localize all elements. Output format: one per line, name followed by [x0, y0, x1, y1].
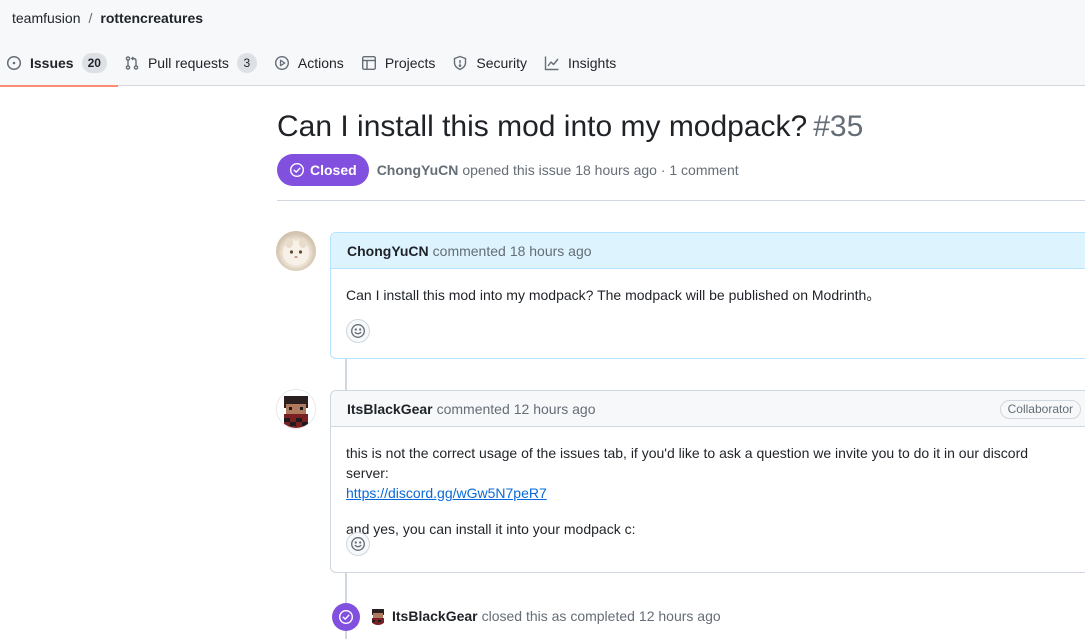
check-circle-icon: [338, 609, 354, 625]
comment-paragraph: this is not the correct usage of the iss…: [346, 443, 1074, 503]
issue-title-text: Can I install this mod into my modpack?: [277, 110, 808, 143]
repo-header: teamfusion / rottencreatures Issues 20 P…: [0, 0, 1085, 87]
avatar[interactable]: [369, 607, 387, 625]
tab-issues[interactable]: Issues 20: [0, 40, 118, 87]
table-icon: [361, 55, 377, 71]
issue-comment: ItsBlackGear commented 12 hours ago Coll…: [330, 390, 1085, 573]
repo-nav-tabs: Issues 20 Pull requests 3 Actions Projec…: [0, 40, 627, 87]
comment-body: Can I install this mod into my modpack? …: [331, 269, 1085, 305]
issue-state-label: Closed: [310, 162, 357, 178]
tab-security[interactable]: Security: [446, 40, 538, 86]
comment-action: commented: [432, 242, 506, 259]
graph-icon: [544, 55, 560, 71]
avatar[interactable]: [276, 231, 316, 271]
issue-opened-icon: [6, 55, 22, 71]
check-circle-icon: [289, 162, 305, 178]
event-timestamp-link[interactable]: 12 hours ago: [639, 608, 721, 624]
issue-title-container: Can I install this mod into my modpack? #…: [277, 110, 863, 144]
header-divider: [277, 200, 1085, 201]
tab-pull-requests[interactable]: Pull requests 3: [118, 40, 268, 86]
comment-text: this is not the correct usage of the iss…: [346, 445, 1029, 481]
issue-comment: ChongYuCN commented 18 hours ago Can I i…: [330, 232, 1085, 359]
comment-author-link[interactable]: ChongYuCN: [347, 243, 429, 259]
avatar[interactable]: [276, 389, 316, 429]
play-icon: [274, 55, 290, 71]
breadcrumb-owner-link[interactable]: teamfusion: [12, 10, 80, 26]
tab-insights-label: Insights: [567, 55, 617, 71]
shield-icon: [452, 55, 468, 71]
discord-invite-link[interactable]: https://discord.gg/wGw5N7peR7: [346, 485, 547, 501]
comment-body: this is not the correct usage of the iss…: [331, 427, 1085, 539]
comment-paragraph: and yes, you can install it into your mo…: [346, 521, 636, 537]
issue-meta: Closed ChongYuCN opened this issue 18 ho…: [277, 154, 739, 186]
issue-number: #35: [813, 110, 864, 143]
comment-header: ChongYuCN commented 18 hours ago: [331, 233, 1085, 269]
git-pull-request-icon: [124, 55, 140, 71]
tab-actions[interactable]: Actions: [268, 40, 355, 86]
issue-state-badge: Closed: [277, 154, 369, 186]
breadcrumb-repo-link[interactable]: rottencreatures: [100, 10, 203, 26]
smiley-icon: [350, 536, 366, 552]
timeline-line: [345, 358, 347, 390]
issue-author-link[interactable]: ChongYuCN: [377, 162, 459, 178]
tab-insights[interactable]: Insights: [538, 40, 627, 86]
tab-security-label: Security: [476, 55, 527, 71]
breadcrumb: teamfusion / rottencreatures: [12, 10, 203, 26]
timeline-event: ItsBlackGear closed this as completed 12…: [369, 607, 721, 625]
tab-projects-label: Projects: [384, 55, 436, 71]
event-author-link[interactable]: ItsBlackGear: [392, 608, 478, 624]
event-action: closed this as completed: [481, 608, 635, 624]
smiley-icon: [350, 323, 366, 339]
breadcrumb-separator: /: [88, 10, 93, 26]
add-reaction-button[interactable]: [346, 532, 370, 556]
comment-author-link[interactable]: ItsBlackGear: [347, 401, 433, 417]
comment-timestamp-link[interactable]: 18 hours ago: [510, 243, 592, 259]
tab-pull-requests-counter: 3: [236, 53, 257, 73]
comment-action: commented: [436, 400, 510, 417]
issue-title: Can I install this mod into my modpack? #…: [277, 110, 863, 144]
closed-event-badge: [332, 603, 360, 631]
tab-pull-requests-label: Pull requests: [147, 55, 229, 71]
comment-timestamp-link[interactable]: 12 hours ago: [514, 401, 596, 417]
tab-actions-label: Actions: [297, 55, 344, 71]
comment-header: ItsBlackGear commented 12 hours ago Coll…: [331, 391, 1085, 427]
tab-issues-label: Issues: [30, 55, 74, 71]
tab-issues-counter: 20: [81, 53, 107, 73]
add-reaction-button[interactable]: [346, 319, 370, 343]
comment-paragraph: Can I install this mod into my modpack? …: [346, 287, 881, 303]
tab-projects[interactable]: Projects: [355, 40, 447, 86]
collaborator-badge: Collaborator: [999, 400, 1081, 419]
issue-meta-text: opened this issue 18 hours ago · 1 comme…: [462, 162, 739, 178]
